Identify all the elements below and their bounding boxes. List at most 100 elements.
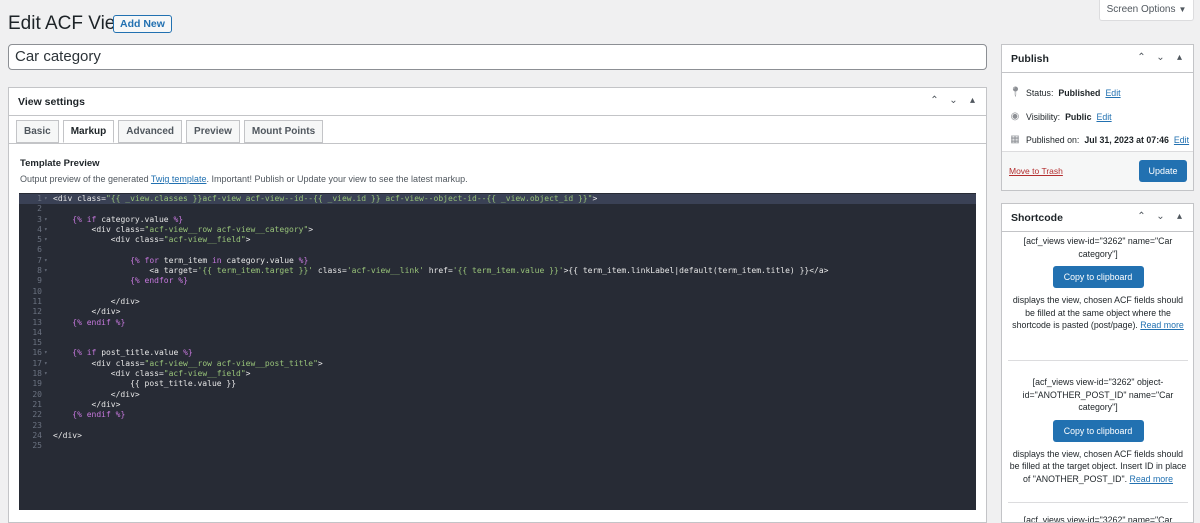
- publish-box: Publish ⌃ ⌄ ▴ 📍︎ Status: Published Edit …: [1001, 44, 1194, 191]
- fold-arrow-icon[interactable]: ▾: [44, 225, 48, 235]
- desc-text-after: . Important! Publish or Update your view…: [206, 174, 468, 184]
- line-number: 10: [32, 286, 42, 296]
- published-on-row: ▦ Published on: Jul 31, 2023 at 07:46 Ed…: [1009, 134, 1189, 145]
- code-text: <div class="{{ _view.classes }}acf-view …: [53, 194, 598, 203]
- code-line: 12 </div>: [19, 307, 976, 317]
- visibility-row: ◉ Visibility: Public Edit: [1009, 111, 1112, 122]
- code-line: 6: [19, 245, 976, 255]
- shortcode-header: Shortcode ⌃ ⌄ ▴: [1002, 204, 1193, 232]
- shortcode-text: [acf_views view-id="3262" object-id="ANO…: [1022, 377, 1174, 412]
- tab-markup[interactable]: Markup: [62, 120, 115, 143]
- code-line: 7 ▾ {% for term_item in category.value %}: [19, 256, 976, 266]
- line-number: 20: [32, 389, 42, 399]
- code-text: <div class="acf-view__row acf-view__cate…: [53, 224, 314, 234]
- read-more-link[interactable]: Read more: [1129, 474, 1173, 484]
- code-editor[interactable]: 1 ▾ <div class="{{ _view.classes }}acf-vie…: [19, 193, 976, 510]
- move-down-icon[interactable]: ⌄: [1153, 50, 1168, 66]
- move-up-icon[interactable]: ⌃: [927, 93, 942, 109]
- code-line: 25: [19, 441, 976, 451]
- fold-arrow-icon[interactable]: ▾: [44, 215, 48, 225]
- toggle-panel-icon[interactable]: ▴: [965, 93, 980, 109]
- toggle-panel-icon[interactable]: ▴: [1172, 50, 1187, 66]
- code-text: {% endif %}: [72, 410, 126, 420]
- code-line: 9 {% endfor %}: [19, 276, 976, 286]
- line-number: 17: [32, 358, 42, 368]
- line-number: 23: [32, 420, 42, 430]
- tab-advanced[interactable]: Advanced: [118, 120, 183, 143]
- fold-arrow-icon[interactable]: ▾: [44, 235, 48, 245]
- edit-status-link[interactable]: Edit: [1105, 88, 1120, 98]
- fold-arrow-icon[interactable]: ▾: [44, 359, 48, 369]
- add-new-button[interactable]: Add New: [113, 15, 172, 33]
- line-number: 24: [32, 430, 42, 440]
- code-text: {% if post_title.value %}: [72, 348, 193, 358]
- status-row: 📍︎ Status: Published Edit: [1009, 87, 1121, 98]
- code-text: {% for term_item in category.value %}: [130, 255, 309, 265]
- code-line: 14: [19, 328, 976, 338]
- code-line: 3 ▾ {% if category.value %}: [19, 215, 976, 225]
- code-line: 13 {% endif %}: [19, 318, 976, 328]
- line-number: 7: [37, 255, 42, 265]
- fold-arrow-icon[interactable]: ▾: [44, 369, 48, 379]
- code-text: </div>: [53, 389, 140, 399]
- line-number: 25: [32, 441, 42, 451]
- move-up-icon[interactable]: ⌃: [1134, 209, 1149, 225]
- tab-mount-points[interactable]: Mount Points: [243, 120, 324, 143]
- eye-icon: ◉: [1010, 111, 1020, 122]
- move-down-icon[interactable]: ⌄: [946, 93, 961, 109]
- code-line: 5 ▾ <div class="acf-view__field">: [19, 235, 976, 245]
- toggle-panel-icon[interactable]: ▴: [1172, 209, 1187, 225]
- tab-basic[interactable]: Basic: [16, 120, 59, 143]
- publish-header: Publish ⌃ ⌄ ▴: [1002, 45, 1193, 73]
- line-number: 18: [32, 369, 42, 379]
- copy-to-clipboard-button[interactable]: Copy to clipboard: [1052, 266, 1144, 288]
- code-line: 21 </div>: [19, 400, 976, 410]
- fold-arrow-icon[interactable]: ▾: [44, 266, 48, 276]
- post-title-input[interactable]: Car category: [8, 44, 987, 70]
- template-preview-description: Output preview of the generated Twig tem…: [20, 174, 468, 184]
- code-text: {% endif %}: [72, 317, 126, 327]
- line-number: 22: [32, 410, 42, 420]
- shortcode-item: [acf_views view-id="3262" name="Car cate…: [1008, 235, 1188, 332]
- code-line: 22 {% endif %}: [19, 410, 976, 420]
- line-number: 1: [37, 194, 42, 203]
- copy-to-clipboard-button[interactable]: Copy to clipboard: [1052, 419, 1144, 442]
- published-label: Published on:: [1026, 134, 1080, 145]
- published-value: Jul 31, 2023 at 07:46: [1084, 134, 1169, 145]
- edit-date-link[interactable]: Edit: [1174, 135, 1189, 145]
- fold-arrow-icon[interactable]: ▾: [44, 194, 48, 204]
- view-settings-box: View settings ⌃ ⌄ ▴ Basic Markup Advance…: [8, 87, 987, 523]
- fold-arrow-icon[interactable]: ▾: [44, 348, 48, 358]
- line-number: 16: [32, 348, 42, 358]
- line-number: 12: [32, 307, 42, 317]
- tab-preview[interactable]: Preview: [186, 120, 240, 143]
- update-button[interactable]: Update: [1139, 160, 1187, 182]
- screen-options-button[interactable]: Screen Options ▼: [1099, 0, 1194, 21]
- code-text: {% if category.value %}: [72, 214, 184, 224]
- move-down-icon[interactable]: ⌄: [1153, 209, 1168, 225]
- code-text: </div>: [53, 399, 121, 409]
- twig-template-link[interactable]: Twig template: [151, 174, 207, 184]
- line-number: 13: [32, 317, 42, 327]
- fold-arrow-icon[interactable]: ▾: [44, 256, 48, 266]
- code-line: 10: [19, 287, 976, 297]
- screen-options-label: Screen Options: [1106, 4, 1176, 15]
- read-more-link[interactable]: Read more: [1140, 320, 1184, 330]
- line-number: 4: [37, 224, 42, 234]
- code-text: <div class="acf-view__row acf-view__post…: [53, 358, 323, 368]
- caret-down-icon: ▼: [1178, 5, 1187, 14]
- calendar-icon: ▦: [1010, 134, 1020, 145]
- pin-icon: 📍︎: [1009, 87, 1022, 98]
- code-text: <div class="acf-view__field">: [53, 235, 251, 245]
- code-line: 23: [19, 421, 976, 431]
- code-text: </div>: [53, 307, 121, 317]
- code-text: {{ post_title.value }}: [53, 379, 237, 389]
- edit-visibility-link[interactable]: Edit: [1096, 112, 1111, 122]
- desc-text-before: Output preview of the generated: [20, 174, 151, 184]
- move-up-icon[interactable]: ⌃: [1134, 50, 1149, 66]
- shortcode-item: [acf_views view-id="3262" object-id="ANO…: [1008, 376, 1188, 485]
- line-number: 2: [37, 204, 42, 214]
- line-number: 3: [37, 214, 42, 224]
- shortcode-box: Shortcode ⌃ ⌄ ▴ [acf_views view-id="3262…: [1001, 203, 1194, 523]
- move-to-trash-link[interactable]: Move to Trash: [1009, 166, 1063, 176]
